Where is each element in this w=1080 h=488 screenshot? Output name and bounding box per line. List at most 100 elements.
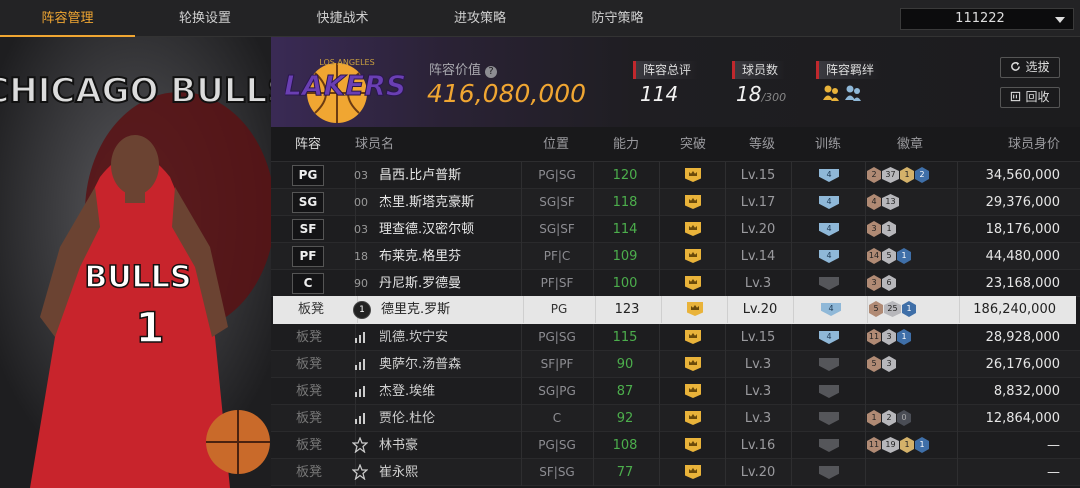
training-shield-icon[interactable]: 4 (821, 303, 841, 316)
badge-icon: 0 (897, 410, 911, 426)
jersey-number-icon: 1 (353, 301, 371, 319)
breakthrough-crown-icon[interactable] (685, 357, 701, 371)
player-name[interactable]: 昌西.比卢普斯 (379, 162, 461, 189)
tab-offense[interactable]: 进攻策略 (410, 0, 550, 37)
breakthrough-crown-icon[interactable] (685, 411, 701, 425)
breakthrough-crown-icon[interactable] (685, 465, 701, 479)
player-name[interactable]: 奥萨尔.汤普森 (379, 351, 461, 378)
table-row[interactable]: SF 03 理查德.汉密尔顿 SG|SF 114 Lv.20 4 3 1 18,176,000 (271, 216, 1080, 243)
training-shield-icon[interactable]: 4 (819, 196, 839, 209)
tab-lineup[interactable]: 阵容管理 (0, 0, 135, 37)
badge-icon: 2 (867, 167, 881, 183)
tab-rotation[interactable]: 轮换设置 (135, 0, 275, 37)
breakthrough-crown-icon[interactable] (685, 384, 701, 398)
table-row[interactable]: 板凳 杰登.埃维 SG|PG 87 Lv.3 8,832,000 (271, 378, 1080, 405)
column-divider (957, 189, 958, 216)
breakthrough-crown-icon[interactable] (687, 302, 703, 316)
badge-list[interactable]: 31 (867, 221, 897, 238)
breakthrough-crown-icon[interactable] (685, 168, 701, 182)
player-name[interactable]: 贾伦.杜伦 (379, 405, 435, 432)
training-shield-icon[interactable]: 4 (819, 250, 839, 263)
col-breakthrough: 突破 (680, 137, 707, 152)
player-name[interactable]: 林书豪 (379, 432, 418, 459)
training-shield-icon[interactable]: 4 (819, 223, 839, 236)
badge-list[interactable]: 36 (867, 275, 897, 292)
badge-list[interactable]: 120 (867, 410, 912, 427)
training-shield-icon[interactable] (819, 385, 839, 398)
training-shield-icon[interactable] (819, 358, 839, 371)
table-row[interactable]: PF 18 布莱克.格里芬 PF|C 109 Lv.14 4 14 5 1 44,480,000 (271, 243, 1080, 270)
slot-position-badge[interactable]: PF (292, 246, 324, 267)
star-icon (351, 463, 369, 482)
table-row[interactable]: 板凳 崔永熙 SF|SG 77 Lv.20 — (271, 459, 1080, 486)
table-row[interactable]: 板凳 1 德里克.罗斯 PG 123 Lv.20 4 5 25 1 186,240,000 (273, 296, 1076, 324)
stat-player-count-number: 18 (736, 82, 762, 106)
badge-list[interactable]: 11 3 1 (867, 329, 912, 346)
breakthrough-crown-icon[interactable] (685, 438, 701, 452)
training-shield-icon[interactable]: 4 (819, 331, 839, 344)
lineup-dropdown[interactable]: 111222 (900, 8, 1074, 30)
table-row[interactable]: 板凳 林书豪 PG|SG 108 Lv.16 11 19 1 1— (271, 432, 1080, 459)
badge-icon: 3 (867, 221, 881, 237)
training-shield-icon[interactable] (819, 412, 839, 425)
training-shield-icon[interactable] (819, 439, 839, 452)
player-power: 108 (612, 438, 638, 453)
tab-defense[interactable]: 防守策略 (550, 0, 685, 37)
table-row[interactable]: 板凳 贾伦.杜伦 C 92 Lv.3 1 2 0 12,864,000 (271, 405, 1080, 432)
player-name[interactable]: 理查德.汉密尔顿 (379, 216, 474, 243)
jersey-number: 1 (135, 303, 164, 352)
breakthrough-crown-icon[interactable] (685, 276, 701, 290)
badge-list[interactable]: 53 (867, 356, 897, 373)
breakthrough-crown-icon[interactable] (685, 222, 701, 236)
slot-bench-label: 板凳 (296, 357, 323, 372)
player-level: Lv.20 (740, 222, 776, 237)
player-portrait: CHICAGO BULLS BULLS 1 (0, 37, 271, 488)
breakthrough-crown-icon[interactable] (685, 330, 701, 344)
player-position: SG|SF (539, 195, 575, 209)
badge-list[interactable]: 2 37 1 2 (867, 167, 930, 184)
slot-bench-label: 板凳 (296, 330, 323, 345)
player-name[interactable]: 德里克.罗斯 (381, 296, 450, 323)
player-name[interactable]: 杰里.斯塔克豪斯 (379, 189, 474, 216)
slot-position-badge[interactable]: PG (292, 165, 324, 186)
table-row[interactable]: 板凳 凯德.坎宁安 PG|SG 115 Lv.15 4 11 3 1 28,928,000 (271, 324, 1080, 351)
refresh-icon (1011, 61, 1021, 71)
tab-quick-tactics[interactable]: 快捷战术 (275, 0, 410, 37)
training-shield-icon[interactable] (819, 277, 839, 290)
select-button[interactable]: 选拔 (1000, 57, 1060, 78)
stat-overall-label: 阵容总评 (633, 61, 699, 79)
badge-list[interactable]: 5 25 1 (869, 301, 917, 318)
synergy-icon (823, 85, 861, 101)
column-divider (659, 243, 660, 270)
player-name[interactable]: 杰登.埃维 (379, 378, 435, 405)
lineup-value-amount: 416,080,000 (427, 79, 587, 108)
column-divider (659, 216, 660, 243)
column-divider (791, 243, 792, 270)
player-name[interactable]: 崔永熙 (379, 459, 418, 486)
table-row[interactable]: 板凳 奥萨尔.汤普森 SF|PF 90 Lv.3 5 3 26,176,000 (271, 351, 1080, 378)
jersey-number: 00 (354, 196, 368, 209)
player-name[interactable]: 布莱克.格里芬 (379, 243, 461, 270)
column-divider (865, 405, 866, 432)
player-name[interactable]: 凯德.坎宁安 (379, 324, 448, 351)
slot-position-badge[interactable]: C (292, 273, 324, 294)
badge-list[interactable]: 11 19 1 1 (867, 437, 930, 454)
breakthrough-crown-icon[interactable] (685, 249, 701, 263)
table-row[interactable]: C 90 丹尼斯.罗德曼 PF|SF 100 Lv.3 3 6 23,168,000 (271, 270, 1080, 297)
slot-position-badge[interactable]: SF (292, 219, 324, 240)
training-shield-icon[interactable]: 4 (819, 169, 839, 182)
badge-list[interactable]: 4 13 (867, 194, 900, 211)
slot-position-badge[interactable]: SG (292, 192, 324, 213)
player-name[interactable]: 丹尼斯.罗德曼 (379, 270, 461, 297)
breakthrough-crown-icon[interactable] (685, 195, 701, 209)
synergy-icons[interactable] (822, 83, 864, 107)
help-icon[interactable]: ? (485, 66, 498, 78)
column-divider (661, 296, 662, 323)
table-row[interactable]: SG 00 杰里.斯塔克豪斯 SG|SF 118 Lv.17 4 4 13 29,376,000 (271, 189, 1080, 216)
badge-icon: 25 (884, 301, 901, 317)
badge-list[interactable]: 14 5 1 (867, 248, 912, 265)
table-row[interactable]: PG 03 昌西.比卢普斯 PG|SG 120 Lv.15 4 2 37 1 2 34,560,000 (271, 162, 1080, 189)
recycle-button[interactable]: 回收 (1000, 87, 1060, 108)
player-level: Lv.20 (740, 465, 776, 480)
training-shield-icon[interactable] (819, 466, 839, 479)
